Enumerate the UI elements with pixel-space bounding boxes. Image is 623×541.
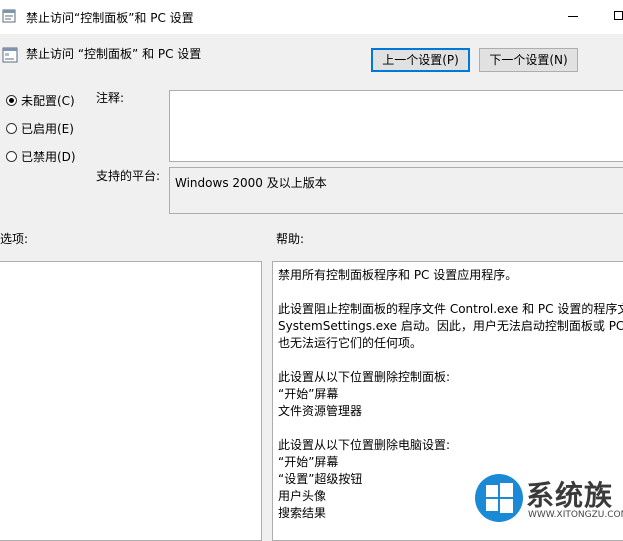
help-line: 此设置从以下位置删除控制面板: (278, 370, 451, 384)
options-label: 选项: (0, 232, 29, 246)
help-line: “开始”屏幕 (278, 455, 339, 469)
comment-textarea[interactable] (169, 90, 623, 162)
policy-icon (2, 9, 16, 23)
radio-label: 已启用(E) (21, 122, 74, 136)
maximize-button[interactable] (596, 0, 623, 34)
previous-setting-button[interactable]: 上一个设置(P) (371, 48, 470, 72)
minimize-icon (568, 16, 578, 17)
help-line: “开始”屏幕 (278, 387, 339, 401)
radio-icon (6, 123, 17, 134)
radio-label: 已禁用(D) (21, 150, 76, 164)
help-line: 也无法运行它们的任何项。 (278, 336, 423, 350)
watermark: 系统族 WWW.XITONGZU.COM (474, 470, 623, 530)
help-line: SystemSettings.exe 启动。因此，用户无法启动控制面板或 PC … (278, 319, 623, 333)
comment-label: 注释: (96, 91, 125, 105)
next-setting-button[interactable]: 下一个设置(N) (479, 48, 578, 72)
watermark-url: WWW.XITONGZU.COM (528, 510, 623, 520)
radio-disabled[interactable]: 已禁用(D) (6, 148, 76, 166)
radio-label: 未配置(C) (21, 94, 75, 108)
watermark-brand: 系统族 (526, 479, 614, 512)
help-line: 搜索结果 (278, 506, 327, 520)
help-label: 帮助: (276, 232, 305, 246)
platform-field: Windows 2000 及以上版本 (169, 167, 623, 214)
radio-not-configured[interactable]: 未配置(C) (6, 92, 75, 110)
help-line: 此设置阻止控制面板的程序文件 Control.exe 和 PC 设置的程序文 (278, 302, 623, 316)
platform-label: 支持的平台: (96, 169, 161, 183)
maximize-icon (614, 11, 623, 20)
options-pane[interactable] (0, 261, 262, 541)
title-bar: 禁止访问“控制面板”和 PC 设置 (0, 0, 623, 34)
window-title: 禁止访问“控制面板”和 PC 设置 (26, 11, 194, 25)
radio-enabled[interactable]: 已启用(E) (6, 120, 74, 138)
help-line: 用户头像 (278, 489, 327, 503)
help-line: 文件资源管理器 (278, 404, 363, 418)
radio-icon (6, 151, 17, 162)
radio-selected-icon (6, 95, 17, 106)
help-line: 禁用所有控制面板程序和 PC 设置应用程序。 (278, 268, 518, 282)
platform-value: Windows 2000 及以上版本 (175, 176, 327, 190)
minimize-button[interactable] (550, 0, 596, 34)
windows-logo-icon (475, 474, 523, 522)
policy-setting-icon (2, 47, 18, 63)
setting-name: 禁止访问 “控制面板” 和 PC 设置 (26, 47, 202, 61)
help-line: 此设置从以下位置删除电脑设置: (278, 438, 451, 452)
help-line: “设置”超级按钮 (278, 472, 363, 486)
